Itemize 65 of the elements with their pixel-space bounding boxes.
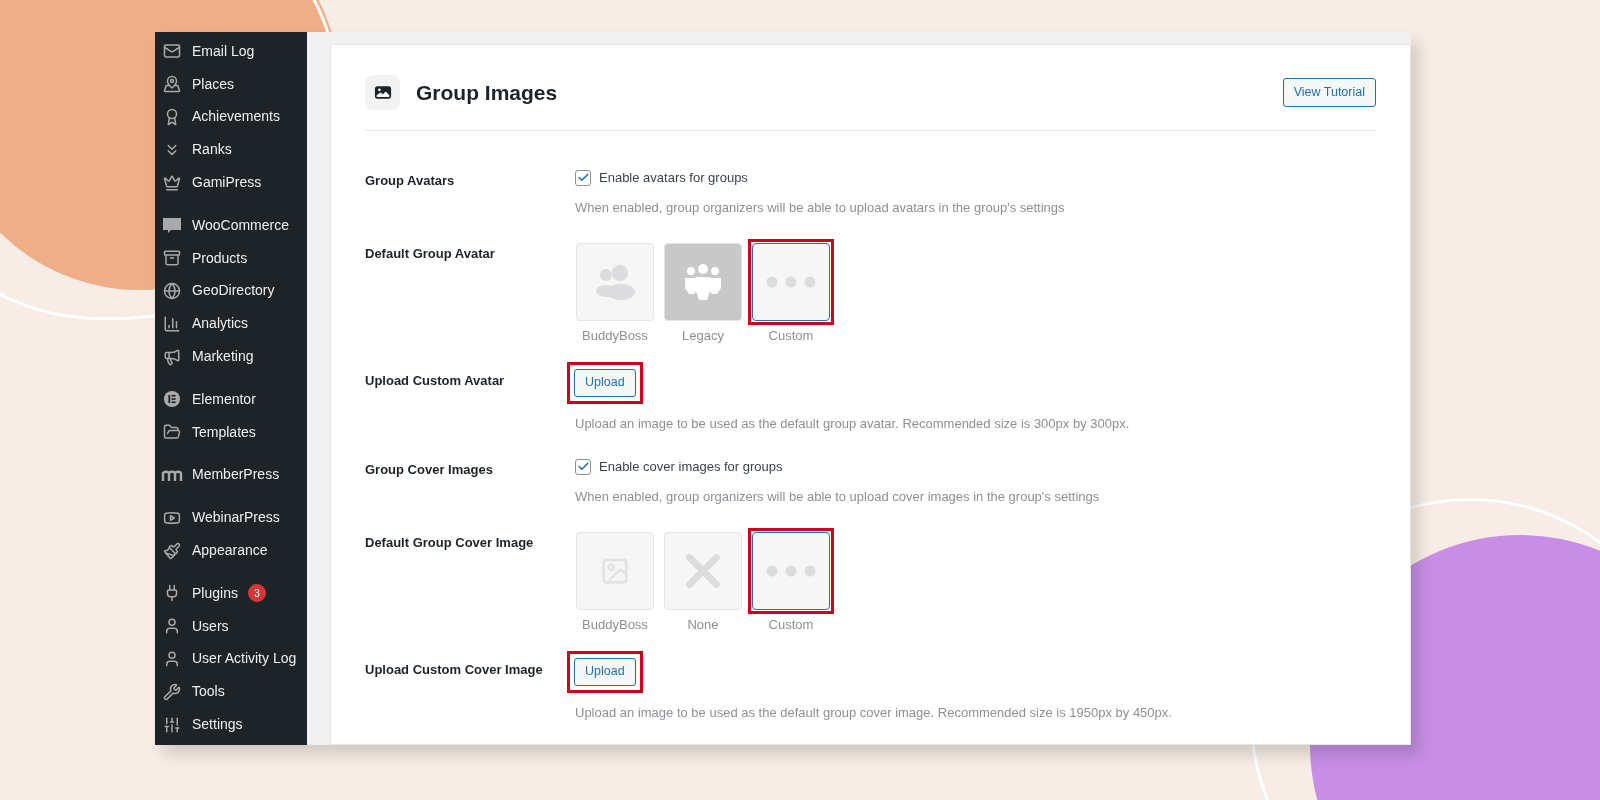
menu-icon [163, 649, 181, 668]
menu-item[interactable]: WebinarPress [155, 501, 307, 535]
menu-item[interactable]: MemberPress [155, 458, 307, 492]
menu-item[interactable]: Plugins 3 [155, 576, 307, 610]
menu-icon [163, 617, 181, 636]
menu-item[interactable]: Tools [155, 675, 307, 709]
help-text: Upload an image to be used as the default group cover image. Recommended size is 1950px by 450px. [575, 703, 1172, 722]
upload-button[interactable]: Upload [574, 657, 636, 686]
setting-label: Group Avatars [365, 172, 456, 190]
menu-item[interactable]: Places [155, 67, 307, 101]
menu-icon [163, 42, 181, 61]
menu-item[interactable]: GeoDirectory [155, 274, 307, 308]
setting-label: Upload Custom Avatar [365, 371, 506, 390]
menu-item[interactable]: Analytics [155, 307, 307, 341]
menu-item[interactable]: Email Log [155, 35, 307, 68]
more-icon [766, 565, 816, 577]
menu-item[interactable]: Settings [155, 708, 307, 741]
menu-icon [163, 541, 181, 560]
menu-item[interactable]: Users [155, 609, 307, 643]
more-icon [766, 276, 816, 288]
image-icon [365, 75, 400, 110]
checkbox[interactable] [575, 458, 591, 475]
menu-icon [163, 390, 181, 409]
menu-item[interactable]: GamiPress [155, 166, 307, 199]
group-icon [683, 262, 723, 302]
help-text: When enabled, group organizers will be able to upload avatars in the group's settings [575, 198, 1065, 217]
count-badge: 3 [247, 584, 266, 603]
menu-item[interactable]: Appearance [155, 534, 307, 567]
setting-label: Default Group Cover Image [365, 534, 535, 552]
option-caption: Custom [768, 327, 814, 345]
help-text: When enabled, group organizers will be able to upload cover images in the group's settings [575, 487, 1100, 506]
setting-label: Default Group Avatar [365, 245, 496, 263]
menu-item[interactable]: User Activity Log [155, 642, 307, 676]
option-caption: BuddyBoss [582, 327, 648, 345]
option-caption: Legacy [682, 327, 724, 345]
menu-icon [163, 281, 181, 300]
help-text: Upload an image to be used as the default group avatar. Recommended size is 300px by 300px. [575, 414, 1130, 433]
menu-item[interactable]: Achievements [155, 100, 307, 134]
menu-icon [163, 715, 181, 734]
upload-button[interactable]: Upload [574, 368, 636, 397]
menu-item[interactable]: Elementor [155, 382, 307, 416]
setting-label: Upload Custom Cover Image [365, 660, 544, 679]
option-caption: None [687, 616, 719, 634]
setting-label: Group Cover Images [365, 461, 494, 479]
checkbox-label: Enable cover images for groups [599, 458, 783, 476]
menu-item[interactable]: Ranks [155, 133, 307, 167]
menu-icon [163, 314, 181, 333]
menu-icon [163, 423, 181, 442]
menu-item[interactable]: Products [155, 241, 307, 275]
menu-icon [163, 249, 181, 268]
view-tutorial-button[interactable]: View Tutorial [1282, 78, 1376, 107]
checkbox[interactable] [575, 169, 591, 186]
menu-item[interactable]: Marketing [155, 340, 307, 373]
option-caption: BuddyBoss [582, 616, 648, 634]
menu-icon [163, 682, 181, 701]
menu-icon [163, 173, 181, 192]
menu-item[interactable]: WooCommerce [155, 209, 307, 242]
option-caption: Custom [768, 616, 814, 634]
menu-icon [163, 347, 181, 366]
people-icon [595, 264, 635, 300]
menu-icon [162, 216, 182, 235]
menu-icon [163, 75, 181, 94]
menu-item[interactable]: Templates [155, 415, 307, 449]
checkbox-label: Enable avatars for groups [599, 169, 748, 187]
page-title: Group Images [416, 79, 558, 106]
